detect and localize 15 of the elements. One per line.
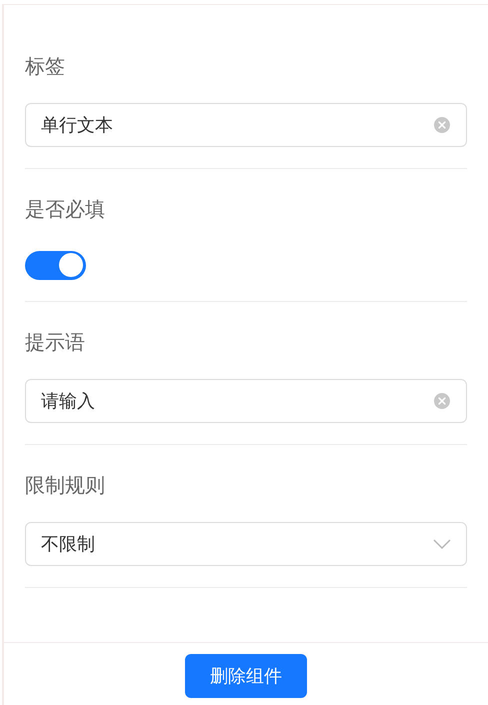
select-value: 不限制 [41, 532, 96, 556]
text-input-field[interactable]: 请输入 [25, 379, 467, 423]
field-value: 单行文本 [41, 112, 433, 138]
delete-button[interactable]: 删除组件 [185, 654, 307, 698]
field-label: 是否必填 [25, 196, 106, 223]
select-field[interactable]: 不限制 [25, 522, 467, 566]
field-label: 标签 [25, 53, 66, 80]
field-label: 限制规则 [25, 472, 106, 499]
chevron-down-icon [433, 539, 451, 549]
field-value: 请输入 [41, 388, 433, 414]
text-input-field[interactable]: 单行文本 [25, 103, 467, 147]
clear-icon[interactable] [433, 392, 451, 410]
clear-icon[interactable] [433, 116, 451, 134]
toggle-switch[interactable] [25, 250, 86, 280]
field-label: 提示语 [25, 329, 86, 356]
